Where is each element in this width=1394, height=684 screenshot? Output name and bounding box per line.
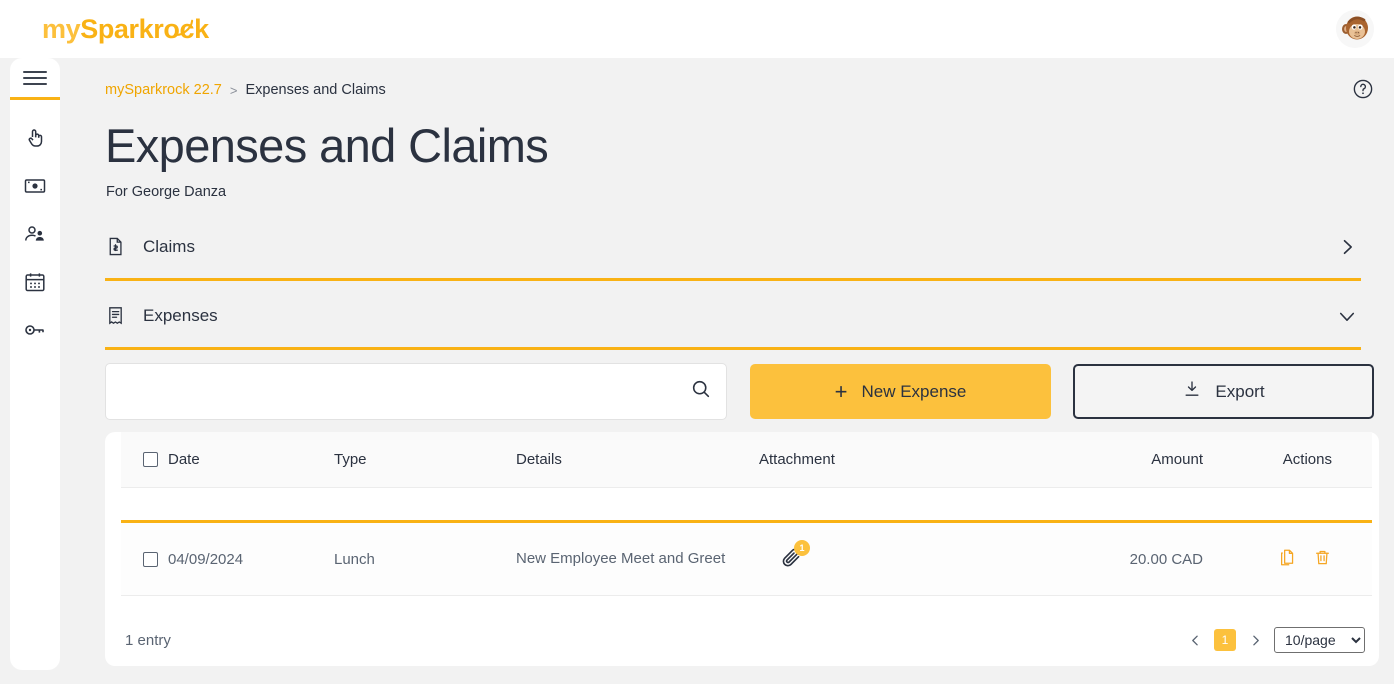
page-title: Expenses and Claims — [105, 118, 548, 173]
pagination-page-1[interactable]: 1 — [1214, 629, 1236, 651]
avatar[interactable] — [1336, 10, 1374, 48]
cash-money-icon — [23, 174, 47, 198]
delete-icon[interactable] — [1313, 548, 1332, 567]
entry-count: 1 — [125, 632, 133, 649]
sidebar-item-access[interactable] — [10, 306, 60, 354]
page-subtitle: For George Danza — [106, 184, 226, 200]
export-button[interactable]: Export — [1073, 364, 1374, 419]
column-header-actions: Actions — [1219, 451, 1349, 468]
logo-text-my: my — [42, 14, 80, 44]
search-icon[interactable] — [690, 378, 712, 405]
sidebar-item-calendar[interactable] — [10, 258, 60, 306]
column-header-attachment[interactable]: Attachment — [759, 451, 1006, 468]
search-input[interactable] — [122, 383, 690, 400]
accordion: Claims Expenses — [105, 215, 1361, 350]
receipt-list-icon — [105, 305, 135, 326]
cell-details: New Employee Meet and Greet — [516, 549, 759, 569]
plus-icon: + — [835, 381, 848, 403]
chevron-down-icon[interactable] — [1337, 306, 1357, 326]
new-expense-button[interactable]: + New Expense — [750, 364, 1051, 419]
cell-attachment: 1 — [759, 546, 1006, 573]
people-icon — [23, 222, 47, 246]
entry-count-label: 1 entry — [125, 632, 171, 649]
accordion-header-claims[interactable]: Claims — [105, 215, 1361, 278]
cell-amount: 20.00 CAD — [1006, 551, 1219, 568]
breadcrumb-current: Expenses and Claims — [245, 82, 385, 98]
logo-text-sparkrock: Sparkrock — [80, 14, 208, 44]
question-circle-icon — [1352, 78, 1374, 100]
select-all-cell — [121, 452, 168, 467]
chevron-right-icon[interactable] — [1337, 237, 1357, 257]
accordion-label-expenses: Expenses — [143, 306, 218, 326]
table-row[interactable]: 04/09/2024 Lunch New Employee Meet and G… — [121, 520, 1372, 596]
left-gutter — [0, 58, 10, 684]
hand-pointer-icon — [23, 126, 47, 150]
row-select-cell — [121, 552, 168, 567]
new-expense-label: New Expense — [861, 382, 966, 402]
copy-icon[interactable] — [1278, 548, 1297, 567]
pagination-next-button[interactable] — [1244, 629, 1266, 651]
export-label: Export — [1215, 382, 1264, 402]
sidebar-rail — [10, 58, 60, 670]
accordion-section-expenses: Expenses — [105, 284, 1361, 350]
table-header-row: Date Type Details Attachment Amount Acti… — [121, 432, 1372, 488]
column-header-type[interactable]: Type — [334, 451, 516, 468]
breadcrumb: mySparkrock 22.7 > Expenses and Claims — [105, 82, 386, 98]
top-bar: mySparkrock — [0, 0, 1394, 58]
hamburger-menu-icon — [23, 71, 47, 85]
expenses-table-card: Date Type Details Attachment Amount Acti… — [105, 432, 1379, 666]
attachment-indicator[interactable]: 1 — [780, 546, 803, 573]
sidebar-menu-toggle[interactable] — [10, 58, 60, 100]
cell-actions — [1219, 548, 1349, 571]
column-header-amount[interactable]: Amount — [1006, 451, 1219, 468]
sidebar-item-people[interactable] — [10, 210, 60, 258]
breadcrumb-root-link[interactable]: mySparkrock 22.7 — [105, 82, 222, 98]
accordion-header-expenses[interactable]: Expenses — [105, 284, 1361, 347]
select-all-checkbox[interactable] — [143, 452, 158, 467]
cell-date: 04/09/2024 — [168, 551, 334, 568]
sidebar-item-self-service[interactable] — [10, 114, 60, 162]
sidebar-item-payroll[interactable] — [10, 162, 60, 210]
main-content: mySparkrock 22.7 > Expenses and Claims E… — [60, 58, 1394, 670]
monkey-avatar-icon — [1336, 10, 1374, 48]
accordion-section-claims: Claims — [105, 215, 1361, 281]
row-checkbox[interactable] — [143, 552, 158, 567]
column-header-details[interactable]: Details — [516, 451, 759, 468]
key-icon — [23, 318, 47, 342]
chevron-left-icon — [1189, 634, 1202, 647]
page-size-select[interactable]: 10/page20/page50/page100/page — [1274, 627, 1365, 653]
search-box[interactable] — [105, 363, 727, 420]
breadcrumb-separator: > — [230, 83, 238, 98]
sidebar-items — [10, 100, 60, 354]
document-dollar-icon — [105, 236, 135, 257]
attachment-count-badge: 1 — [794, 540, 810, 556]
expenses-table: Date Type Details Attachment Amount Acti… — [121, 432, 1372, 596]
table-footer: 1 entry 1 10/page20/page50/page100/page — [105, 614, 1379, 666]
calendar-icon — [23, 270, 47, 294]
column-header-date[interactable]: Date — [168, 451, 334, 468]
app-logo[interactable]: mySparkrock — [42, 14, 209, 45]
pagination-prev-button[interactable] — [1184, 629, 1206, 651]
entry-word: entry — [138, 632, 171, 649]
download-icon — [1182, 379, 1202, 404]
pagination: 1 10/page20/page50/page100/page — [1184, 627, 1365, 653]
help-button[interactable] — [1352, 78, 1374, 105]
chevron-right-icon — [1249, 634, 1262, 647]
toolbar: + New Expense Export — [105, 363, 1394, 420]
accordion-label-claims: Claims — [143, 237, 195, 257]
cell-type: Lunch — [334, 551, 516, 568]
